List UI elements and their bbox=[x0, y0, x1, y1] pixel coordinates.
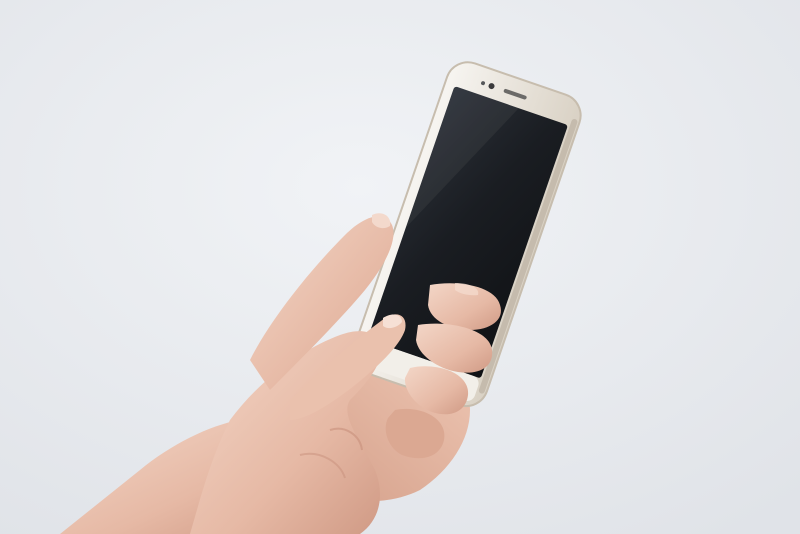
photo-scene bbox=[0, 0, 800, 534]
photo-canvas bbox=[0, 0, 800, 534]
